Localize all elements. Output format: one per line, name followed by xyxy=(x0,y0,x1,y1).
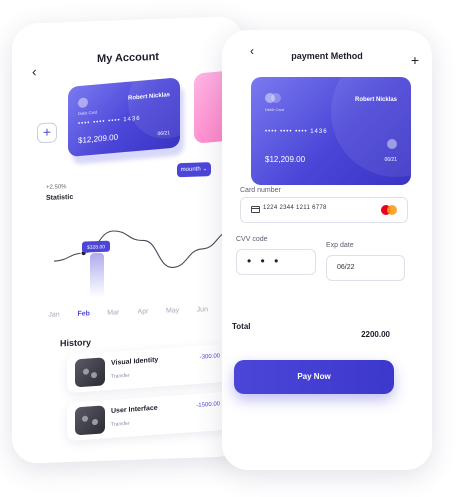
period-value: mounth xyxy=(180,166,201,174)
total-label: Total xyxy=(232,322,251,331)
card-expiry: 06/21 xyxy=(384,157,397,163)
exp-date-value: 06/22 xyxy=(337,264,355,271)
add-card-button[interactable]: + xyxy=(37,122,57,144)
screen-title: My Account xyxy=(97,50,159,66)
card-type: Debit Card xyxy=(78,109,98,117)
card-holder: Robert Nicklas xyxy=(354,97,397,103)
debit-card[interactable]: Debit Card Robert Nicklas •••• •••• ••••… xyxy=(68,77,180,158)
card-number: •••• •••• •••• 1436 xyxy=(78,115,141,128)
card-number-field[interactable]: 1224 2344 1211 6778 xyxy=(240,197,408,223)
pay-now-button[interactable]: Pay Now xyxy=(234,360,394,394)
card-chip-icon xyxy=(271,93,281,103)
debit-card[interactable]: Debit Card Robert Nicklas •••• •••• ••••… xyxy=(251,77,411,185)
x-tick-label[interactable]: Mar xyxy=(107,309,120,316)
series-line xyxy=(53,229,233,268)
history-title: History xyxy=(60,337,92,349)
plus-icon: + xyxy=(42,123,52,140)
card-balance: $12,209.00 xyxy=(78,132,119,146)
card-number: •••• •••• •••• 1436 xyxy=(265,129,328,135)
total-value: 2200.00 xyxy=(361,330,390,339)
card-number-label: Card number xyxy=(240,187,281,194)
history-thumbnail xyxy=(75,405,105,436)
cvv-value: • • • xyxy=(247,254,282,268)
card-expiry: 06/21 xyxy=(157,130,170,138)
history-amount: -1500.00 xyxy=(196,401,220,409)
plus-icon[interactable]: + xyxy=(411,52,419,68)
x-tick-label[interactable]: Jan xyxy=(48,311,59,318)
my-account-screen: ‹ My Account + Debit Card Robert Nicklas… xyxy=(12,15,244,465)
card-chip-icon xyxy=(387,139,397,149)
history-sub: Transfer xyxy=(111,372,130,380)
x-tick-label[interactable]: May xyxy=(166,307,180,314)
chevron-down-icon: ⌄ xyxy=(202,166,208,173)
x-tick-label[interactable]: Feb xyxy=(77,310,89,317)
history-name: Visual Identity xyxy=(111,356,159,367)
card-chip-icon xyxy=(78,97,88,109)
card-balance: $12,209.00 xyxy=(265,155,306,164)
mastercard-icon xyxy=(381,205,397,215)
tooltip-value: $328.00 xyxy=(87,244,105,251)
card-number-value: 1224 2344 1211 6778 xyxy=(263,205,327,211)
credit-card-icon xyxy=(251,206,260,213)
statistic-chart: $328.00 JanFebMarAprMayJunJul xyxy=(48,229,237,319)
payment-method-screen: ‹ payment Method + Debit Card Robert Nic… xyxy=(222,30,432,470)
cvv-label: CVV code xyxy=(236,236,268,243)
history-sub: Transfer xyxy=(111,420,130,428)
exp-date-field[interactable]: 06/22 xyxy=(326,255,405,281)
cvv-field[interactable]: • • • xyxy=(236,249,316,275)
screen-title: payment Method xyxy=(291,51,363,61)
history-item[interactable]: User Interface Transfer -1500.00 xyxy=(67,391,232,442)
statistic-change: +2.50% xyxy=(46,184,67,191)
highlight-bar xyxy=(90,252,104,298)
history-item[interactable]: Visual Identity Transfer -300.00 xyxy=(67,343,232,394)
history-thumbnail xyxy=(75,357,105,388)
x-tick-label[interactable]: Apr xyxy=(138,308,150,315)
x-tick-label[interactable]: Jun xyxy=(197,306,208,313)
exp-date-label: Exp date xyxy=(326,242,354,249)
card-type: Debit Card xyxy=(265,107,285,112)
history-amount: -300.00 xyxy=(199,353,220,361)
period-dropdown[interactable]: mounth ⌄ xyxy=(177,162,211,178)
history-name: User Interface xyxy=(111,404,158,415)
